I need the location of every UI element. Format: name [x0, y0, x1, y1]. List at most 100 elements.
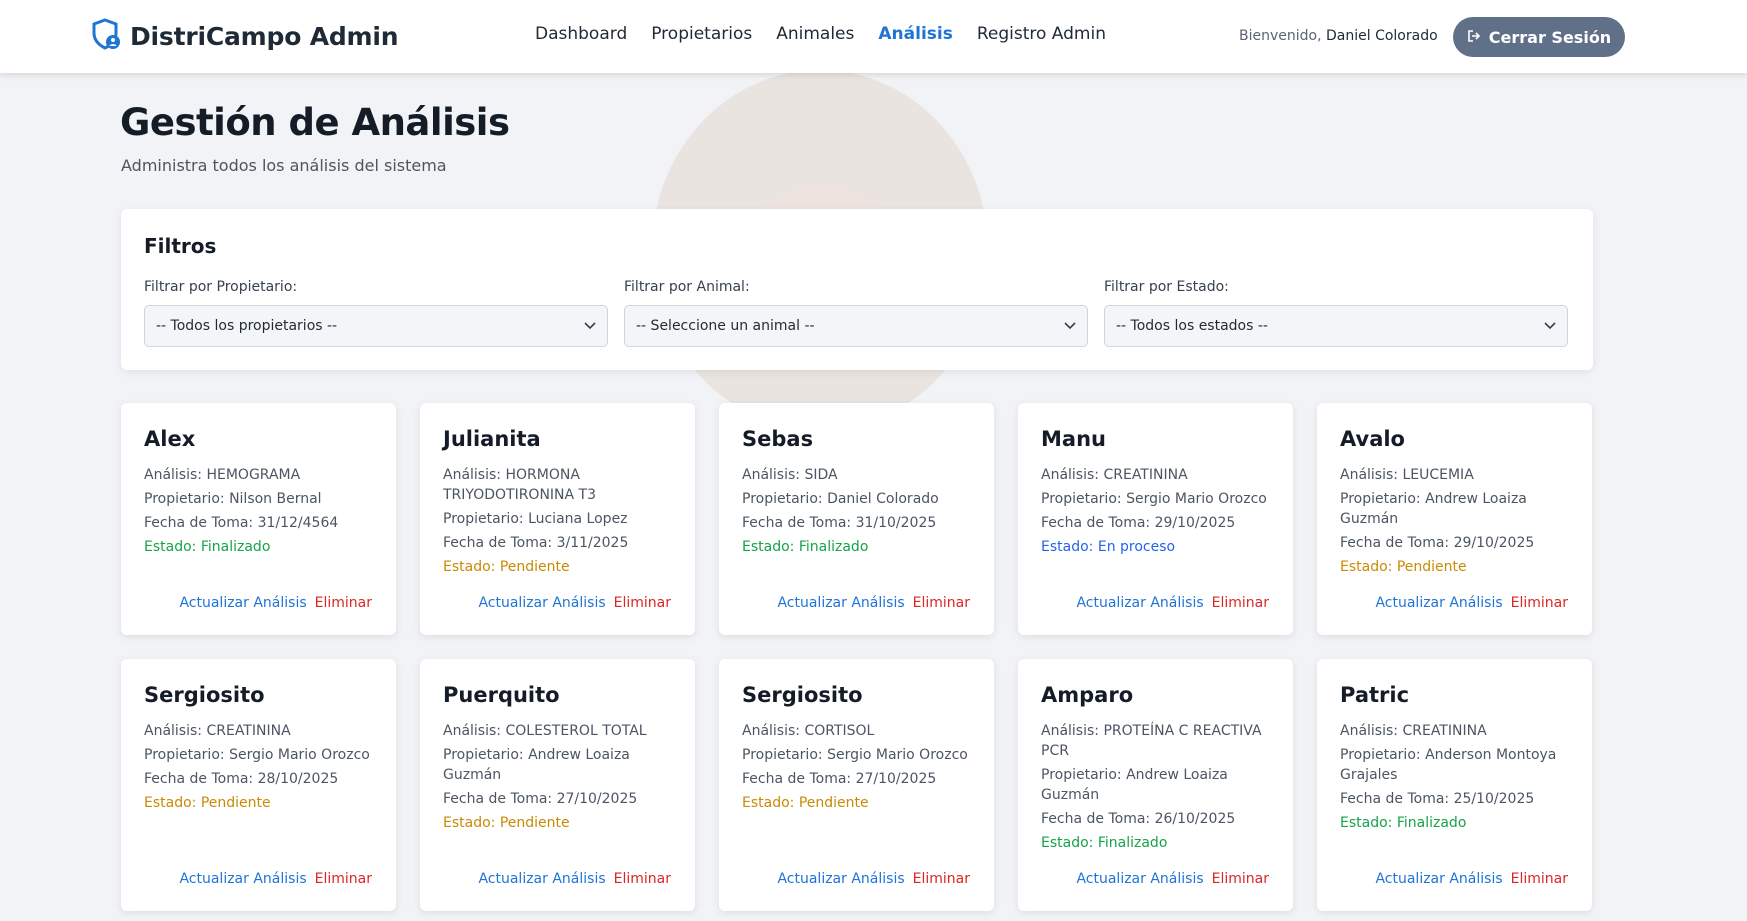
card-owner: Propietario: Andrew Loaiza Guzmán [443, 745, 683, 785]
animal-select[interactable]: -- Seleccione un animal -- [624, 305, 1088, 347]
card-owner: Propietario: Andrew Loaiza Guzmán [1041, 765, 1281, 805]
card-details: Análisis: HORMONA TRIYODOTIRONINA T3 Pro… [443, 465, 683, 581]
card-status: Estado: Pendiente [144, 793, 384, 813]
card-animal-name: Avalo [1340, 427, 1405, 451]
card-analysis-label: Análisis: [443, 723, 502, 739]
card-owner: Propietario: Anderson Montoya Grajales [1340, 745, 1580, 785]
brand[interactable]: DistriCampo Admin [92, 18, 399, 54]
update-analysis-link[interactable]: Actualizar Análisis [1375, 871, 1502, 887]
card-animal-name: Sebas [742, 427, 814, 451]
nav-dashboard[interactable]: Dashboard [535, 24, 627, 44]
card-analysis: Análisis: CORTISOL [742, 721, 982, 741]
logout-button[interactable]: Cerrar Sesión [1453, 17, 1625, 57]
animal-filter: Filtrar por Animal: -- Seleccione un ani… [624, 279, 1089, 347]
card-owner-value: Sergio Mario Orozco [827, 747, 968, 763]
nav-propietarios[interactable]: Propietarios [651, 24, 752, 44]
card-analysis-label: Análisis: [742, 723, 801, 739]
card-owner-label: Propietario: [1340, 491, 1421, 507]
card-analysis-value: LEUCEMIA [1402, 467, 1474, 483]
nav-registro-admin[interactable]: Registro Admin [977, 24, 1106, 44]
card-date-value: 31/12/4564 [257, 515, 339, 531]
card-details: Análisis: CREATININA Propietario: Anders… [1340, 721, 1580, 837]
card-date: Fecha de Toma: 25/10/2025 [1340, 789, 1580, 809]
analysis-card: Sergiosito Análisis: CORTISOL Propietari… [719, 659, 994, 911]
card-actions: Actualizar Análisis Eliminar [1375, 595, 1568, 611]
delete-link[interactable]: Eliminar [614, 871, 671, 887]
card-analysis-label: Análisis: [443, 467, 502, 483]
update-analysis-link[interactable]: Actualizar Análisis [777, 595, 904, 611]
delete-link[interactable]: Eliminar [1511, 595, 1568, 611]
delete-link[interactable]: Eliminar [1212, 871, 1269, 887]
card-actions: Actualizar Análisis Eliminar [777, 871, 970, 887]
update-analysis-link[interactable]: Actualizar Análisis [179, 871, 306, 887]
analysis-card: Puerquito Análisis: COLESTEROL TOTAL Pro… [420, 659, 695, 911]
update-analysis-link[interactable]: Actualizar Análisis [179, 595, 306, 611]
card-actions: Actualizar Análisis Eliminar [1375, 871, 1568, 887]
delete-link[interactable]: Eliminar [614, 595, 671, 611]
card-analysis-value: CREATININA [1103, 467, 1188, 483]
delete-link[interactable]: Eliminar [913, 595, 970, 611]
card-animal-name: Sergiosito [742, 683, 863, 707]
update-analysis-link[interactable]: Actualizar Análisis [1076, 871, 1203, 887]
card-owner-label: Propietario: [1041, 767, 1122, 783]
owner-select[interactable]: -- Todos los propietarios -- [144, 305, 608, 347]
card-status: Estado: Finalizado [742, 537, 982, 557]
update-analysis-link[interactable]: Actualizar Análisis [478, 871, 605, 887]
card-owner-label: Propietario: [144, 747, 225, 763]
status-filter-label: Filtrar por Estado: [1104, 279, 1229, 295]
card-animal-name: Puerquito [443, 683, 560, 707]
card-analysis-value: HEMOGRAMA [206, 467, 301, 483]
card-date: Fecha de Toma: 29/10/2025 [1340, 533, 1580, 553]
card-details: Análisis: HEMOGRAMA Propietario: Nilson … [144, 465, 384, 561]
card-date-label: Fecha de Toma: [443, 535, 553, 551]
card-analysis-value: CORTISOL [804, 723, 875, 739]
animal-filter-label: Filtrar por Animal: [624, 279, 750, 295]
card-status-label: Estado: [742, 795, 795, 811]
card-status: Estado: Pendiente [1340, 557, 1580, 577]
card-status-label: Estado: [443, 559, 496, 575]
delete-link[interactable]: Eliminar [315, 595, 372, 611]
nav-analisis[interactable]: Análisis [878, 24, 952, 44]
update-analysis-link[interactable]: Actualizar Análisis [1375, 595, 1502, 611]
top-navbar: DistriCampo Admin Dashboard Propietarios… [0, 0, 1747, 73]
card-date-value: 27/10/2025 [556, 791, 638, 807]
card-analysis: Análisis: HORMONA TRIYODOTIRONINA T3 [443, 465, 683, 505]
card-details: Análisis: LEUCEMIA Propietario: Andrew L… [1340, 465, 1580, 581]
analysis-card: Avalo Análisis: LEUCEMIA Propietario: An… [1317, 403, 1592, 635]
card-owner: Propietario: Sergio Mario Orozco [742, 745, 982, 765]
page-subtitle: Administra todos los análisis del sistem… [121, 156, 447, 175]
card-analysis: Análisis: CREATININA [144, 721, 384, 741]
delete-link[interactable]: Eliminar [913, 871, 970, 887]
nav-animales[interactable]: Animales [776, 24, 854, 44]
card-actions: Actualizar Análisis Eliminar [179, 871, 372, 887]
card-date-value: 31/10/2025 [855, 515, 937, 531]
chevron-down-icon [1064, 318, 1076, 334]
card-actions: Actualizar Análisis Eliminar [1076, 595, 1269, 611]
card-date: Fecha de Toma: 31/10/2025 [742, 513, 982, 533]
delete-link[interactable]: Eliminar [315, 871, 372, 887]
card-details: Análisis: COLESTEROL TOTAL Propietario: … [443, 721, 683, 837]
card-status: Estado: Finalizado [144, 537, 384, 557]
card-analysis-label: Análisis: [144, 723, 203, 739]
analysis-card: Patric Análisis: CREATININA Propietario:… [1317, 659, 1592, 911]
card-details: Análisis: PROTEÍNA C REACTIVA PCR Propie… [1041, 721, 1281, 857]
status-select[interactable]: -- Todos los estados -- [1104, 305, 1568, 347]
card-animal-name: Sergiosito [144, 683, 265, 707]
update-analysis-link[interactable]: Actualizar Análisis [478, 595, 605, 611]
chevron-down-icon [584, 318, 596, 334]
analysis-card: Alex Análisis: HEMOGRAMA Propietario: Ni… [121, 403, 396, 635]
delete-link[interactable]: Eliminar [1212, 595, 1269, 611]
card-owner: Propietario: Andrew Loaiza Guzmán [1340, 489, 1580, 529]
card-status-value: Pendiente [499, 559, 570, 575]
card-owner-label: Propietario: [742, 747, 823, 763]
analysis-card: Sergiosito Análisis: CREATININA Propieta… [121, 659, 396, 911]
update-analysis-link[interactable]: Actualizar Análisis [1076, 595, 1203, 611]
card-animal-name: Amparo [1041, 683, 1134, 707]
card-date-value: 27/10/2025 [855, 771, 937, 787]
card-status-value: Finalizado [200, 539, 271, 555]
delete-link[interactable]: Eliminar [1511, 871, 1568, 887]
card-status-value: Pendiente [200, 795, 271, 811]
update-analysis-link[interactable]: Actualizar Análisis [777, 871, 904, 887]
card-date: Fecha de Toma: 29/10/2025 [1041, 513, 1281, 533]
card-date-label: Fecha de Toma: [742, 771, 852, 787]
